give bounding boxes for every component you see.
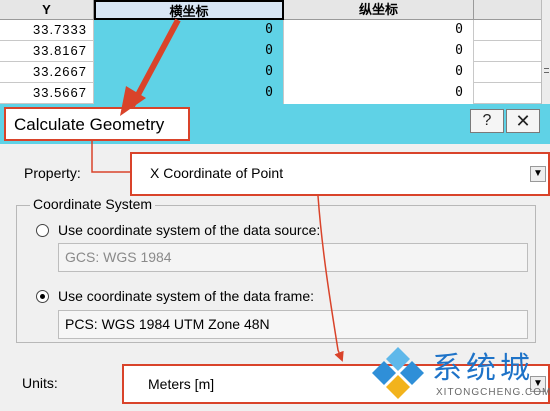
watermark-subtext: XITONGCHENG.COM xyxy=(436,387,550,398)
scrollbar-grip xyxy=(544,68,549,69)
cell-y-coordinate[interactable]: 0 xyxy=(284,41,474,62)
column-header-y[interactable]: Y xyxy=(0,0,94,20)
table-scrollbar[interactable] xyxy=(541,0,550,104)
chevron-down-icon[interactable]: ▼ xyxy=(530,166,546,182)
table-row[interactable]: 33.7333 0 0 xyxy=(0,20,541,41)
cell-y: 33.8167 xyxy=(0,41,94,62)
close-button[interactable]: ✕ xyxy=(506,109,540,133)
cell-y: 33.2667 xyxy=(0,62,94,83)
help-button[interactable]: ? xyxy=(470,109,504,133)
cell-y: 33.7333 xyxy=(0,20,94,41)
units-value: Meters [m] xyxy=(148,376,215,392)
cell-x-coordinate[interactable]: 0 xyxy=(94,83,284,104)
cell-y-coordinate[interactable]: 0 xyxy=(284,83,474,104)
table-row[interactable]: 33.8167 0 0 xyxy=(0,41,541,62)
cell-x-coordinate[interactable]: 0 xyxy=(94,62,284,83)
cell-y-coordinate[interactable]: 0 xyxy=(284,62,474,83)
watermark: 系统城 XITONGCHENG.COM xyxy=(362,335,550,411)
cell-x-coordinate[interactable]: 0 xyxy=(94,20,284,41)
scrollbar-grip xyxy=(544,72,549,73)
cell-y-coordinate[interactable]: 0 xyxy=(284,20,474,41)
property-label: Property: xyxy=(24,165,81,181)
option-data-frame-label[interactable]: Use coordinate system of the data frame: xyxy=(58,288,314,304)
title-highlight-box: Calculate Geometry xyxy=(4,107,190,141)
coordinate-system-legend: Coordinate System xyxy=(30,196,156,212)
cell-x-coordinate[interactable]: 0 xyxy=(94,41,284,62)
radio-data-source[interactable] xyxy=(36,224,49,237)
attribute-table: Y 横坐标 纵坐标 33.7333 0 0 33.8167 0 0 33.266… xyxy=(0,0,541,104)
table-row[interactable]: 33.2667 0 0 xyxy=(0,62,541,83)
option-data-source-label[interactable]: Use coordinate system of the data source… xyxy=(58,222,320,238)
cell-y: 33.5667 xyxy=(0,83,94,104)
radio-data-frame[interactable] xyxy=(36,290,49,303)
screenshot-stage: Y 横坐标 纵坐标 33.7333 0 0 33.8167 0 0 33.266… xyxy=(0,0,550,411)
property-value: X Coordinate of Point xyxy=(150,165,284,181)
property-dropdown[interactable]: X Coordinate of Point ▼ xyxy=(130,152,550,196)
data-source-cs-field: GCS: WGS 1984 xyxy=(58,243,528,272)
column-header-empty[interactable] xyxy=(474,0,541,20)
windows-logo-icon xyxy=(372,347,424,399)
column-header-y-coordinate[interactable]: 纵坐标 xyxy=(284,0,474,20)
dialog-titlebar[interactable]: Calculate Geometry ? ✕ xyxy=(0,104,550,144)
units-label: Units: xyxy=(22,375,58,391)
watermark-text: 系统城 xyxy=(432,351,534,386)
column-header-x-coordinate[interactable]: 横坐标 xyxy=(94,0,284,20)
table-row[interactable]: 33.5667 0 0 xyxy=(0,83,541,104)
dialog-title: Calculate Geometry xyxy=(14,115,165,134)
